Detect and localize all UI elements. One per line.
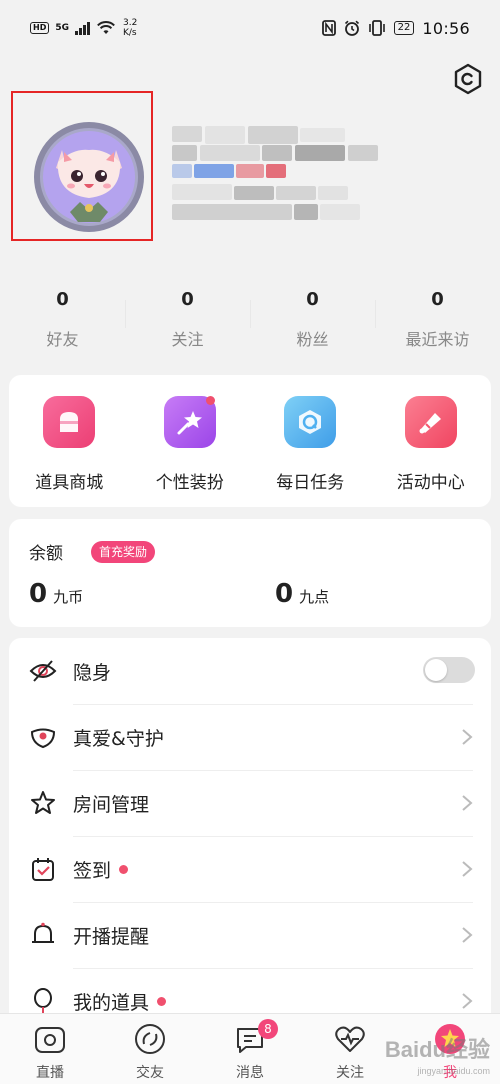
stat-count: 0 <box>56 289 69 310</box>
quick-item-label: 每日任务 <box>276 473 345 493</box>
quick-item-label: 道具商城 <box>35 473 104 493</box>
stat-count: 0 <box>431 289 444 310</box>
bell-icon <box>29 921 57 949</box>
coins-balance[interactable]: 0 九币 <box>29 579 83 609</box>
points-unit: 九点 <box>299 588 330 606</box>
invisible-toggle[interactable] <box>423 657 475 683</box>
quick-actions-card: 道具商城 个性装扮 每日任务 活动中心 <box>9 375 491 507</box>
chevron-right-icon <box>462 993 473 1009</box>
stat-following[interactable]: 0 关注 <box>125 284 250 354</box>
stat-fans[interactable]: 0 粉丝 <box>250 284 375 354</box>
menu-item-label: 开播提醒 <box>73 925 150 948</box>
coins-value: 0 <box>29 579 48 609</box>
nav-label: 关注 <box>336 1065 364 1081</box>
menu-item-true-love-guard[interactable]: 真爱&守护 <box>9 704 491 770</box>
stat-count: 0 <box>181 289 194 310</box>
alarm-icon <box>344 20 359 36</box>
menu-item-invisible[interactable]: 隐身 <box>9 638 491 704</box>
quick-item-activity-center[interactable]: 活动中心 <box>371 375 492 507</box>
star-icon <box>29 789 57 817</box>
quick-item-label: 活动中心 <box>396 473 465 493</box>
nav-live[interactable]: 直播 <box>0 1014 100 1084</box>
nav-friends[interactable]: 交友 <box>100 1014 200 1084</box>
nav-messages[interactable]: 8 消息 <box>200 1014 300 1084</box>
mask-icon <box>29 723 57 751</box>
settings-hex-icon[interactable] <box>452 62 484 96</box>
balloon-icon <box>29 987 57 1015</box>
stat-label: 好友 <box>46 330 79 349</box>
chevron-right-icon <box>462 729 473 745</box>
quick-item-daily-task[interactable]: 每日任务 <box>250 375 371 507</box>
hd-badge: HD <box>30 22 50 34</box>
points-value: 0 <box>275 579 294 609</box>
quick-item-shop[interactable]: 道具商城 <box>9 375 130 507</box>
settings-menu: 隐身 真爱&守护 房间管理 签到 开播提醒 我的道具 <box>9 638 491 1058</box>
nav-label: 消息 <box>236 1065 264 1081</box>
stat-label: 最近来访 <box>405 330 470 349</box>
nav-label: 直播 <box>36 1065 64 1081</box>
stat-count: 0 <box>306 289 319 310</box>
chevron-right-icon <box>462 927 473 943</box>
menu-item-label: 房间管理 <box>73 793 150 816</box>
toggle-knob <box>425 659 447 681</box>
quick-item-label: 个性装扮 <box>155 473 224 493</box>
baidu-watermark: Baidu经验 jingyan.baidu.com <box>384 1032 490 1076</box>
first-recharge-badge[interactable]: 首充奖励 <box>91 541 156 563</box>
new-dot <box>205 396 215 405</box>
camera-icon <box>33 1022 67 1056</box>
nfc-icon <box>321 20 336 36</box>
speed-unit: K/s <box>123 28 137 38</box>
status-right: 22 10:56 <box>321 18 470 38</box>
nav-label: 交友 <box>136 1065 164 1081</box>
stat-label: 粉丝 <box>296 330 329 349</box>
watermark-brand: Baidu经验 <box>384 1037 490 1062</box>
new-dot <box>157 996 167 1006</box>
points-balance[interactable]: 0 九点 <box>275 579 329 609</box>
menu-item-live-reminder[interactable]: 开播提醒 <box>9 902 491 968</box>
menu-item-check-in[interactable]: 签到 <box>9 836 491 902</box>
status-left: HD 5G 3.2 K/s <box>30 18 137 38</box>
network-speed: 3.2 K/s <box>123 18 137 38</box>
menu-item-label: 隐身 <box>73 661 112 684</box>
stat-friends[interactable]: 0 好友 <box>0 284 125 354</box>
new-dot <box>119 864 129 874</box>
menu-item-label: 签到 <box>73 859 112 882</box>
status-bar: HD 5G 3.2 K/s 22 10:56 <box>0 0 500 56</box>
stat-label: 关注 <box>171 330 204 349</box>
disc-icon <box>133 1022 167 1056</box>
avatar[interactable] <box>34 122 144 232</box>
balance-card[interactable]: 余额 首充奖励 0 九币 0 九点 <box>9 519 491 627</box>
clock: 10:56 <box>422 18 470 38</box>
heart-pulse-icon <box>333 1022 367 1056</box>
speed-value: 3.2 <box>123 18 138 28</box>
unread-badge: 8 <box>258 1019 278 1039</box>
chevron-right-icon <box>462 795 473 811</box>
coins-unit: 九币 <box>53 588 84 606</box>
menu-item-label: 我的道具 <box>73 991 150 1014</box>
battery-icon: 22 <box>393 21 415 35</box>
chevron-right-icon <box>462 861 473 877</box>
stats-row: 0 好友 0 关注 0 粉丝 0 最近来访 <box>0 284 500 354</box>
wifi-icon <box>97 21 115 34</box>
signal-label: 5G <box>55 23 69 33</box>
vibrate-icon <box>368 20 385 36</box>
quick-item-dress-up[interactable]: 个性装扮 <box>130 375 251 507</box>
menu-item-label: 真爱&守护 <box>73 727 164 750</box>
menu-item-room-management[interactable]: 房间管理 <box>9 770 491 836</box>
eye-off-icon <box>29 657 57 685</box>
task-badge-icon <box>284 396 337 448</box>
megaphone-icon <box>404 396 457 448</box>
signal-bars-icon <box>75 21 90 35</box>
balance-title: 余额 <box>29 544 63 564</box>
bottom-nav: 直播 交友 8 消息 关注 我 Baidu经验 jingyan.baidu.co… <box>0 1013 500 1084</box>
stat-recent-visitors[interactable]: 0 最近来访 <box>375 284 500 354</box>
shop-icon <box>43 396 96 448</box>
calendar-check-icon <box>29 855 57 883</box>
watermark-url: jingyan.baidu.com <box>417 1066 490 1076</box>
